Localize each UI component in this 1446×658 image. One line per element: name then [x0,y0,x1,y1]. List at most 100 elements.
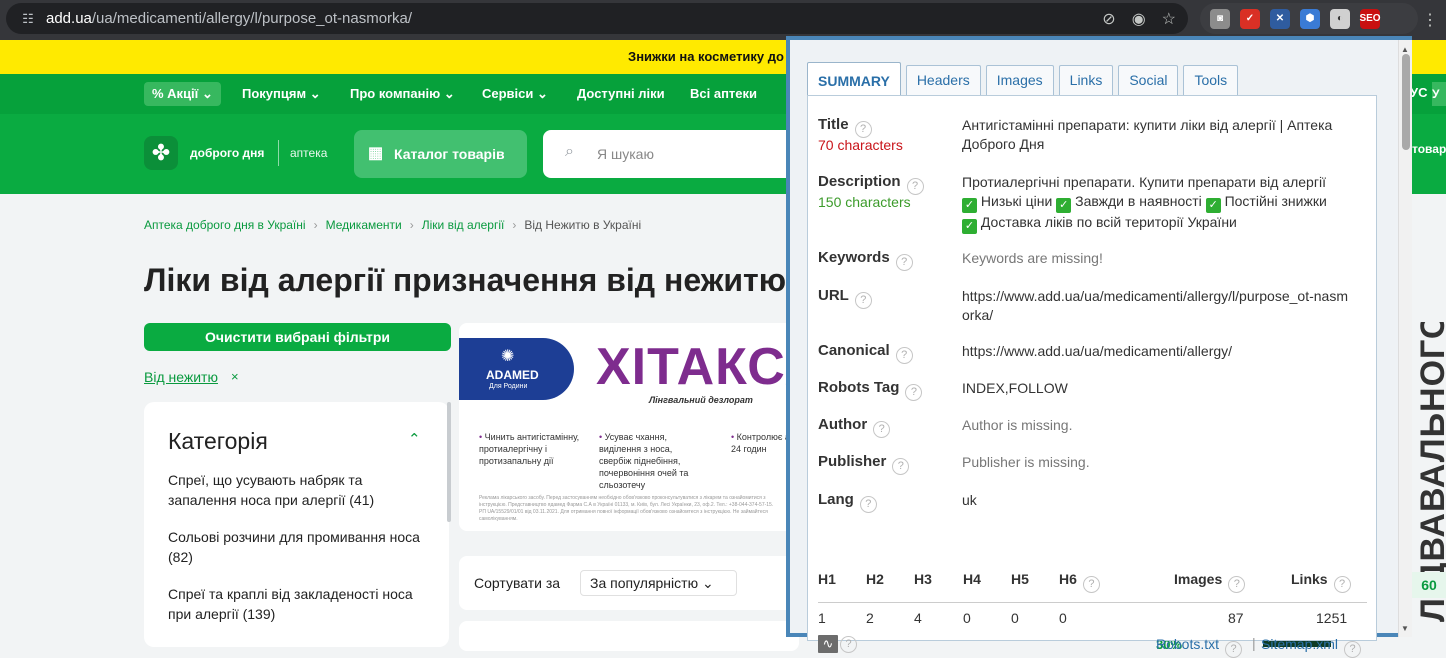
search-input[interactable] [597,142,787,166]
grid-icon: ▦ [368,145,384,162]
sort-label: Сортувати за [474,575,561,591]
help-icon[interactable]: ? [873,421,891,438]
active-filter-link[interactable]: Від нежитю [144,369,218,385]
language-option[interactable]: У [1432,82,1446,106]
heading-h6-count: 0 [1059,610,1067,626]
footer-separator: | [1252,635,1256,651]
breadcrumb-medicines[interactable]: Медикаменти [326,218,402,232]
tab-links[interactable]: Links [1058,65,1114,96]
camera-icon[interactable]: ◙ [1210,8,1230,29]
tracking-off-icon[interactable]: ⊘ [1102,9,1115,29]
sort-dropdown[interactable]: За популярністю ⌄ [580,570,737,596]
help-icon[interactable]: ? [906,178,924,195]
catalog-button[interactable]: ▦ Каталог товарів [354,130,527,178]
help-icon[interactable]: ? [1344,641,1362,658]
popup-scrollbar[interactable]: ▲ ▼ [1398,40,1412,637]
pharmacy-logo-icon[interactable]: ✤ [144,136,178,170]
help-icon[interactable]: ? [1082,576,1100,593]
images-count: 87 [1228,610,1244,626]
scroll-down-icon[interactable]: ▼ [1401,624,1409,633]
nav-about[interactable]: Про компанію ⌄ [350,74,455,114]
site-info-icon[interactable]: ☷ [18,9,38,29]
help-icon[interactable]: ? [1225,641,1243,658]
tab-images[interactable]: Images [985,65,1054,96]
seo-tabs: SUMMARY Headers Images Links Social Tool… [807,62,1239,96]
eye-off-icon[interactable]: ◉ [1132,9,1146,29]
heading-h3-label: H3 [914,571,932,587]
help-icon[interactable]: ? [895,347,913,364]
nav-promotions[interactable]: % Акції ⌄ [144,82,221,106]
help-icon[interactable]: ? [854,292,872,309]
heading-h2-count: 2 [866,610,874,626]
banner-fine-print: Реклама лікарського засобу. Перед застос… [479,495,774,522]
browser-toolbar: ☷ add.ua/ua/medicamenti/allergy/l/purpos… [0,0,1446,40]
banner-bullet: • Чинить антигістамінну, протиалергічну … [479,432,580,466]
tab-summary[interactable]: SUMMARY [807,62,901,96]
category-scrollbar[interactable] [447,402,451,522]
extensions-area: ◙ ✓ ✕ ⬢ ◐ SEO [1200,3,1418,34]
breadcrumb-separator-icon: › [512,218,517,232]
links-count-label: Links? [1291,571,1351,593]
banner-product-name: ХІТАКСА [596,338,799,396]
table-divider [818,602,1367,603]
logo-name[interactable]: доброго дня [190,146,264,160]
shield-extension-icon[interactable]: ⬢ [1300,8,1320,29]
help-icon[interactable]: ? [859,496,877,513]
advertisement-banner[interactable]: ✺ ADAMED Для Родини ХІТАКСА Лінгвальний … [459,323,799,531]
bookmark-star-icon[interactable]: ☆ [1162,9,1176,29]
help-icon[interactable]: ? [854,121,872,138]
chart-icon[interactable]: ∿ [818,635,838,653]
help-icon[interactable]: ? [840,636,857,653]
robots-value: INDEX,FOLLOW [962,380,1068,396]
heading-h4-label: H4 [963,571,981,587]
banner-subtitle: Лінгвальний дезлорат [649,395,753,405]
tab-social[interactable]: Social [1118,65,1179,96]
checkmark-icon: ✓ [962,198,977,213]
nav-all-pharmacies[interactable]: Всі аптеки [690,74,757,114]
nav-affordable-medicines[interactable]: Доступні ліки [577,74,665,114]
category-item[interactable]: Спреї та краплі від закладеності носа пр… [168,584,423,624]
title-value: Антигістамінні препарати: купити ліки ві… [962,117,1333,152]
remove-filter-icon[interactable]: × [231,369,239,384]
nav-services[interactable]: Сервіси ⌄ [482,74,548,114]
tab-tools[interactable]: Tools [1183,65,1239,96]
calendar-icon[interactable]: ✓ [1240,8,1260,29]
robots-txt-link[interactable]: Robots.txt? [1156,636,1243,658]
tab-headers[interactable]: Headers [905,65,981,96]
sitemap-xml-link[interactable]: Sitemap.xml? [1261,636,1362,658]
help-icon[interactable]: ? [905,384,923,401]
breadcrumb-home[interactable]: Аптека доброго дня в Україні [144,218,306,232]
search-box[interactable]: ⌕ [543,130,803,178]
heading-h2-label: H2 [866,571,884,587]
category-item[interactable]: Спреї, що усувають набряк та запалення н… [168,470,423,510]
category-filter-panel: Категорія ⌃ Спреї, що усувають набряк та… [144,402,449,647]
sort-bar: Сортувати за За популярністю ⌄ [459,556,799,610]
help-icon[interactable]: ? [895,254,913,271]
help-icon[interactable]: ? [1228,576,1246,593]
extension-icon[interactable]: ✕ [1270,8,1290,29]
logo-divider [278,140,279,166]
seo-extension-icon[interactable]: SEO [1359,8,1381,29]
seo-summary-panel: Title? 70 characters Антигістамінні преп… [807,95,1377,658]
profile-icon[interactable]: ◐ [1330,8,1350,29]
nav-buyers[interactable]: Покупцям ⌄ [242,74,321,114]
page-title: Ліки від алергії призначення від нежитю [144,262,787,298]
scroll-up-icon[interactable]: ▲ [1401,45,1409,54]
breadcrumb-separator-icon: › [409,218,414,232]
url-text[interactable]: add.ua/ua/medicamenti/allergy/l/purpose_… [46,10,412,27]
address-bar[interactable]: ☷ add.ua/ua/medicamenti/allergy/l/purpos… [6,3,1188,34]
breadcrumb-allergy[interactable]: Ліки від алергії [422,218,505,232]
category-item[interactable]: Сольові розчини для промивання носа (82) [168,527,423,567]
clear-filters-button[interactable]: Очистити вибрані фільтри [144,323,451,351]
checkmark-icon: ✓ [1205,198,1221,213]
checkmark-icon: ✓ [1056,198,1072,213]
help-icon[interactable]: ? [1333,576,1351,593]
language-switcher[interactable]: УС [1410,85,1427,100]
chevron-up-icon[interactable]: ⌃ [408,430,421,448]
heading-h1-label: H1 [818,571,836,587]
scrollbar-thumb[interactable] [1402,54,1410,150]
products-link[interactable]: товари [1412,140,1446,158]
banner-bullet: • Усуває чхання, виділення з носа, сверб… [599,432,689,490]
help-icon[interactable]: ? [892,458,910,475]
menu-icon[interactable]: ⋮ [1422,10,1438,30]
